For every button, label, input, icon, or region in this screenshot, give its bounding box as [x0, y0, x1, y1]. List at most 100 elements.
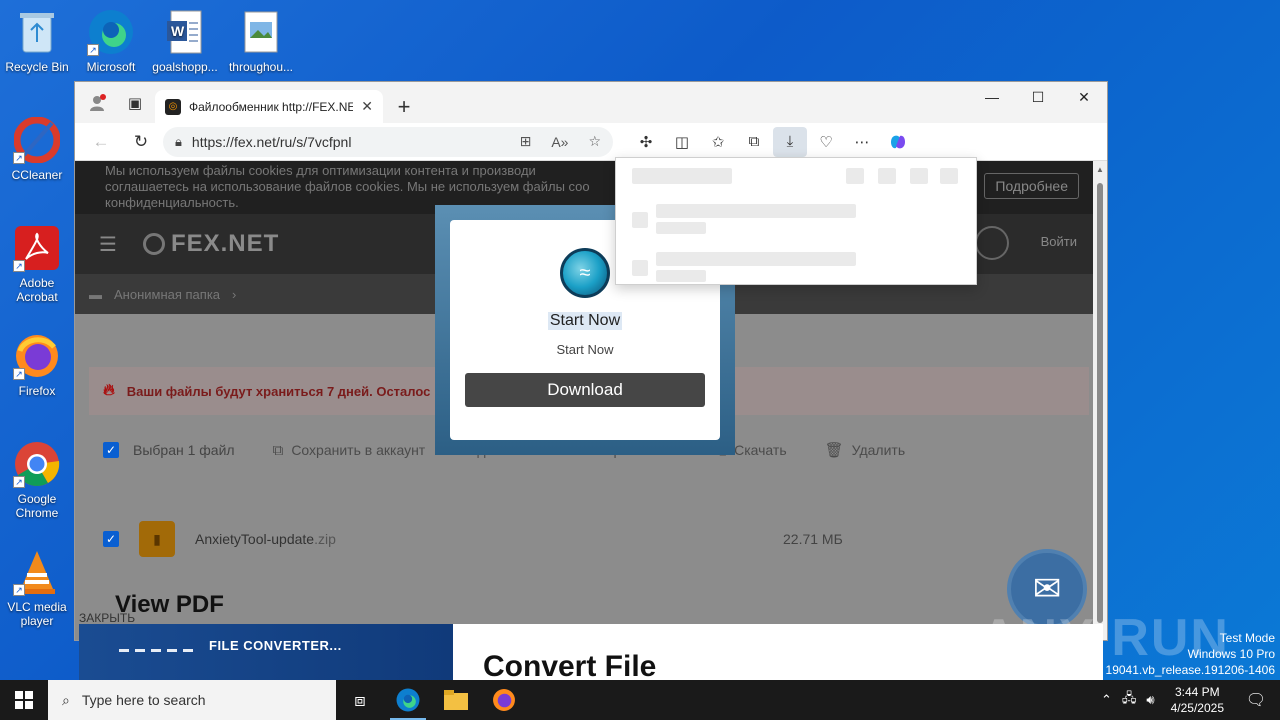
action-label: Скачать: [734, 442, 787, 458]
shortcut-arrow-icon: ↗: [13, 584, 25, 596]
desktop-icon-label: Recycle Bin: [5, 60, 69, 74]
favorites-icon[interactable]: ✩: [701, 127, 735, 157]
desktop-icon-vlc[interactable]: ↗ VLC media player: [0, 548, 74, 628]
task-view-icon: ⧈: [354, 689, 366, 710]
chevron-right-icon: ›: [232, 286, 237, 302]
maximize-button[interactable]: ☐: [1015, 82, 1061, 112]
shortcut-arrow-icon: ↗: [13, 368, 25, 380]
save-to-account-button[interactable]: ⧉ Сохранить в аккаунт: [273, 442, 426, 459]
warning-text: Ваши файлы будут храниться 7 дней. Остал…: [126, 383, 431, 399]
read-aloud-icon[interactable]: A»: [551, 134, 568, 150]
download-item-title-skeleton: [656, 204, 856, 218]
browser-tab[interactable]: ◎ Файлообменник http://FEX.NET ✕: [155, 90, 383, 123]
url-bar[interactable]: 🔒︎ https://fex.net/ru/s/7vcfpnl ⊞ A» ☆: [163, 126, 613, 157]
download-item-title-skeleton: [656, 252, 856, 266]
download-item-icon-skeleton: [632, 212, 648, 228]
flyout-action-skeleton[interactable]: [910, 168, 928, 184]
hamburger-menu-icon[interactable]: ☰: [99, 232, 117, 257]
apps-icon[interactable]: ⊞: [520, 133, 532, 150]
word-document-icon: W: [161, 8, 209, 56]
desktop-icon-image-file[interactable]: throughou...: [224, 8, 298, 74]
clock-time: 3:44 PM: [1174, 685, 1220, 699]
folder-name[interactable]: Анонимная папка: [114, 287, 220, 302]
vertical-scrollbar[interactable]: ▲: [1093, 161, 1107, 640]
favorite-star-icon[interactable]: ☆: [588, 133, 601, 150]
recycle-bin-icon: [13, 8, 61, 56]
fire-icon: 🔥︎: [103, 382, 115, 399]
profile-button[interactable]: [83, 89, 111, 117]
shortcut-arrow-icon: ↗: [13, 260, 25, 272]
chevron-up-icon[interactable]: ⌃: [1101, 692, 1112, 708]
logo-ring-icon: [142, 233, 165, 255]
search-icon: ⌕: [62, 691, 70, 708]
taskbar-edge[interactable]: [384, 680, 432, 720]
scroll-up-icon[interactable]: ▲: [1093, 165, 1107, 174]
windows-test-mode-text: Test Mode Windows 10 Pro d 19041.vb_rele…: [1096, 630, 1275, 678]
popup-download-button[interactable]: Download: [465, 373, 705, 407]
new-tab-button[interactable]: +: [389, 90, 419, 123]
taskbar-file-explorer[interactable]: [432, 680, 480, 720]
file-converter-ad[interactable]: ▬▬▬▬▬ FILE CONVERTER...: [79, 624, 453, 680]
action-label: Удалить: [851, 442, 906, 458]
workspaces-button[interactable]: ▣: [121, 89, 149, 117]
more-menu-icon[interactable]: ⋯: [845, 127, 879, 157]
vlc-icon: ↗: [13, 548, 61, 596]
system-tray: ⌃ 🖧︎ 🔊︎ 3:44 PM 4/25/2025 🗨︎: [1101, 680, 1280, 720]
taskbar-search-box[interactable]: ⌕ Type here to search: [48, 680, 336, 720]
refresh-button[interactable]: ↻: [123, 127, 159, 157]
windows-logo-icon: [15, 691, 33, 709]
desktop-icon-chrome[interactable]: ↗ Google Chrome: [0, 440, 74, 520]
tab-close-icon[interactable]: ✕: [361, 98, 373, 115]
collections-icon[interactable]: ⧉: [737, 127, 771, 157]
copilot-icon[interactable]: [881, 127, 915, 157]
extensions-icon[interactable]: ✣: [629, 127, 663, 157]
desktop-icon-word-doc[interactable]: W goalshopp...: [148, 8, 222, 74]
downloads-icon[interactable]: ⤓: [773, 126, 807, 157]
browser-essentials-icon[interactable]: ♡: [809, 127, 843, 157]
task-view-button[interactable]: ⧈: [336, 680, 384, 720]
flyout-action-skeleton[interactable]: [878, 168, 896, 184]
shortcut-arrow-icon: ↗: [87, 44, 99, 56]
desktop-icon-label: CCleaner: [11, 168, 63, 182]
user-avatar-icon[interactable]: [975, 226, 1009, 260]
volume-icon[interactable]: 🔊︎: [1146, 692, 1154, 708]
flyout-action-skeleton[interactable]: [846, 168, 864, 184]
build-label: d 19041.vb_release.191206-1406: [1095, 663, 1275, 677]
file-name-base: AnxietyTool-update: [195, 531, 315, 547]
folder-icon: [444, 690, 468, 710]
network-icon[interactable]: 🖧︎: [1122, 689, 1137, 711]
clock[interactable]: 3:44 PM 4/25/2025: [1165, 684, 1230, 716]
fex-favicon-icon: ◎: [165, 98, 181, 115]
close-ad-link[interactable]: ЗАКРЫТЬ: [79, 611, 135, 625]
close-window-button[interactable]: ✕: [1061, 82, 1107, 112]
desktop-icon-edge[interactable]: ↗ Microsoft Edge: [74, 8, 148, 74]
select-all-checkbox[interactable]: ✓: [103, 442, 119, 458]
scrollbar-thumb[interactable]: [1097, 183, 1103, 623]
zip-file-icon: ▮: [139, 521, 175, 557]
download-item-icon-skeleton: [632, 260, 648, 276]
desktop-icon-adobe-acrobat[interactable]: ↗ Adobe Acrobat: [0, 224, 74, 304]
back-button[interactable]: ←: [83, 127, 119, 157]
firefox-icon: [493, 689, 515, 711]
desktop-icon-firefox[interactable]: ↗ Firefox: [0, 332, 74, 398]
site-logo[interactable]: FEX.NET: [142, 230, 280, 258]
minimize-button[interactable]: —: [969, 82, 1015, 112]
svg-text:W: W: [171, 23, 185, 39]
logo-text: FEX.NET: [170, 230, 280, 257]
file-name: AnxietyTool-update.zip: [195, 531, 336, 547]
split-screen-icon[interactable]: ◫: [665, 127, 699, 157]
flyout-action-skeleton[interactable]: [940, 168, 958, 184]
window-controls: — ☐ ✕: [969, 82, 1107, 112]
taskbar-firefox[interactable]: [480, 680, 528, 720]
ad-decoration-icon: ▬▬▬▬▬: [119, 644, 199, 655]
desktop-icon-recycle-bin[interactable]: Recycle Bin: [0, 8, 74, 74]
file-row[interactable]: ✓ ▮ AnxietyTool-update.zip 22.71 МБ: [103, 521, 1093, 557]
cookie-more-button[interactable]: Подробнее: [984, 173, 1079, 199]
url-text: https://fex.net/ru/s/7vcfpnl: [191, 133, 352, 150]
desktop-icon-ccleaner[interactable]: ↗ CCleaner: [0, 116, 74, 182]
file-checkbox[interactable]: ✓: [103, 531, 119, 547]
delete-button[interactable]: 🗑︎ Удалить: [825, 441, 906, 459]
login-link[interactable]: Войти: [1041, 234, 1077, 249]
notification-icon[interactable]: 🗨︎: [1240, 690, 1272, 710]
start-button[interactable]: [0, 680, 48, 720]
